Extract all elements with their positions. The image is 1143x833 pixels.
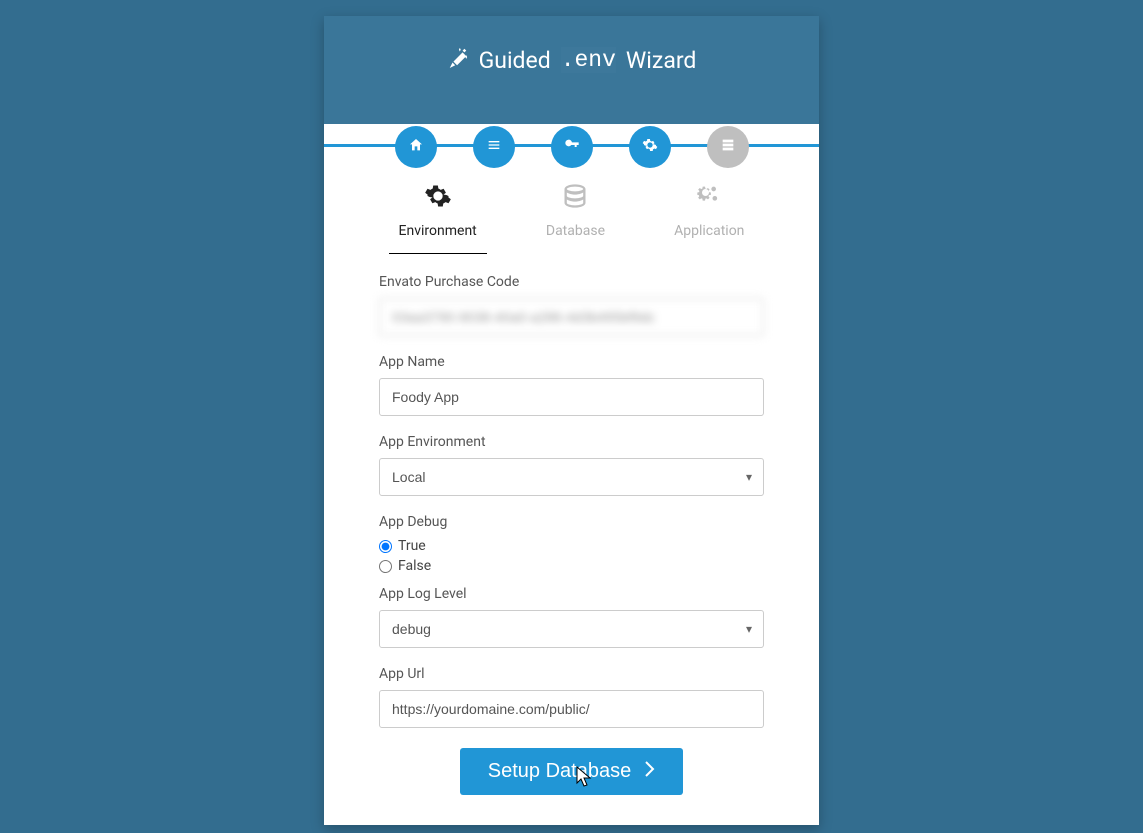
group-app-name: App Name <box>379 354 764 416</box>
step-server[interactable] <box>707 126 749 168</box>
radio-false[interactable] <box>379 560 392 573</box>
home-icon <box>408 137 424 157</box>
title-suffix: Wizard <box>626 47 696 74</box>
cog-icon <box>399 182 477 214</box>
cogs-icon <box>674 182 744 214</box>
step-home[interactable] <box>395 126 437 168</box>
radio-false-label[interactable]: False <box>379 558 764 574</box>
database-icon <box>546 182 605 214</box>
radio-true-label[interactable]: True <box>379 538 764 554</box>
title-prefix: Guided <box>479 47 551 74</box>
label-log-level: App Log Level <box>379 586 764 602</box>
tab-database-label: Database <box>546 223 605 239</box>
group-log-level: App Log Level debug <box>379 586 764 648</box>
label-app-name: App Name <box>379 354 764 370</box>
list-icon <box>486 137 502 157</box>
group-app-env: App Environment Local <box>379 434 764 496</box>
group-purchase-code: Envato Purchase Code <box>379 274 764 336</box>
select-app-env[interactable]: Local <box>379 458 764 496</box>
radio-true[interactable] <box>379 540 392 553</box>
label-purchase-code: Envato Purchase Code <box>379 274 764 290</box>
form-area: Envato Purchase Code App Name App Enviro… <box>324 264 819 825</box>
label-app-debug: App Debug <box>379 514 764 530</box>
wand-icon <box>447 46 469 74</box>
wizard-card: Guided .env Wizard Environment Database <box>324 16 819 825</box>
input-app-url[interactable] <box>379 690 764 728</box>
tab-application-label: Application <box>674 223 744 239</box>
step-list[interactable] <box>473 126 515 168</box>
group-app-url: App Url <box>379 666 764 728</box>
tab-environment-label: Environment <box>399 223 477 239</box>
input-app-name[interactable] <box>379 378 764 416</box>
radio-false-text: False <box>398 558 431 574</box>
chevron-right-icon <box>645 760 655 783</box>
wizard-title: Guided .env Wizard <box>447 46 697 74</box>
input-purchase-code[interactable] <box>379 298 764 336</box>
submit-label: Setup Database <box>488 760 631 783</box>
wizard-steps <box>395 126 749 168</box>
tab-application[interactable]: Application <box>664 182 754 254</box>
tab-database[interactable]: Database <box>536 182 615 254</box>
select-log-level[interactable]: debug <box>379 610 764 648</box>
label-app-env: App Environment <box>379 434 764 450</box>
label-app-url: App Url <box>379 666 764 682</box>
setup-database-button[interactable]: Setup Database <box>460 748 683 795</box>
step-key[interactable] <box>551 126 593 168</box>
tab-environment[interactable]: Environment <box>389 182 487 254</box>
server-icon <box>720 137 736 157</box>
submit-row: Setup Database <box>379 748 764 795</box>
gear-icon <box>642 137 658 157</box>
group-app-debug: App Debug True False <box>379 514 764 574</box>
title-env: .env <box>561 47 616 73</box>
key-icon <box>564 137 580 157</box>
card-header: Guided .env Wizard <box>324 16 819 124</box>
radio-true-text: True <box>398 538 426 554</box>
step-gear[interactable] <box>629 126 671 168</box>
